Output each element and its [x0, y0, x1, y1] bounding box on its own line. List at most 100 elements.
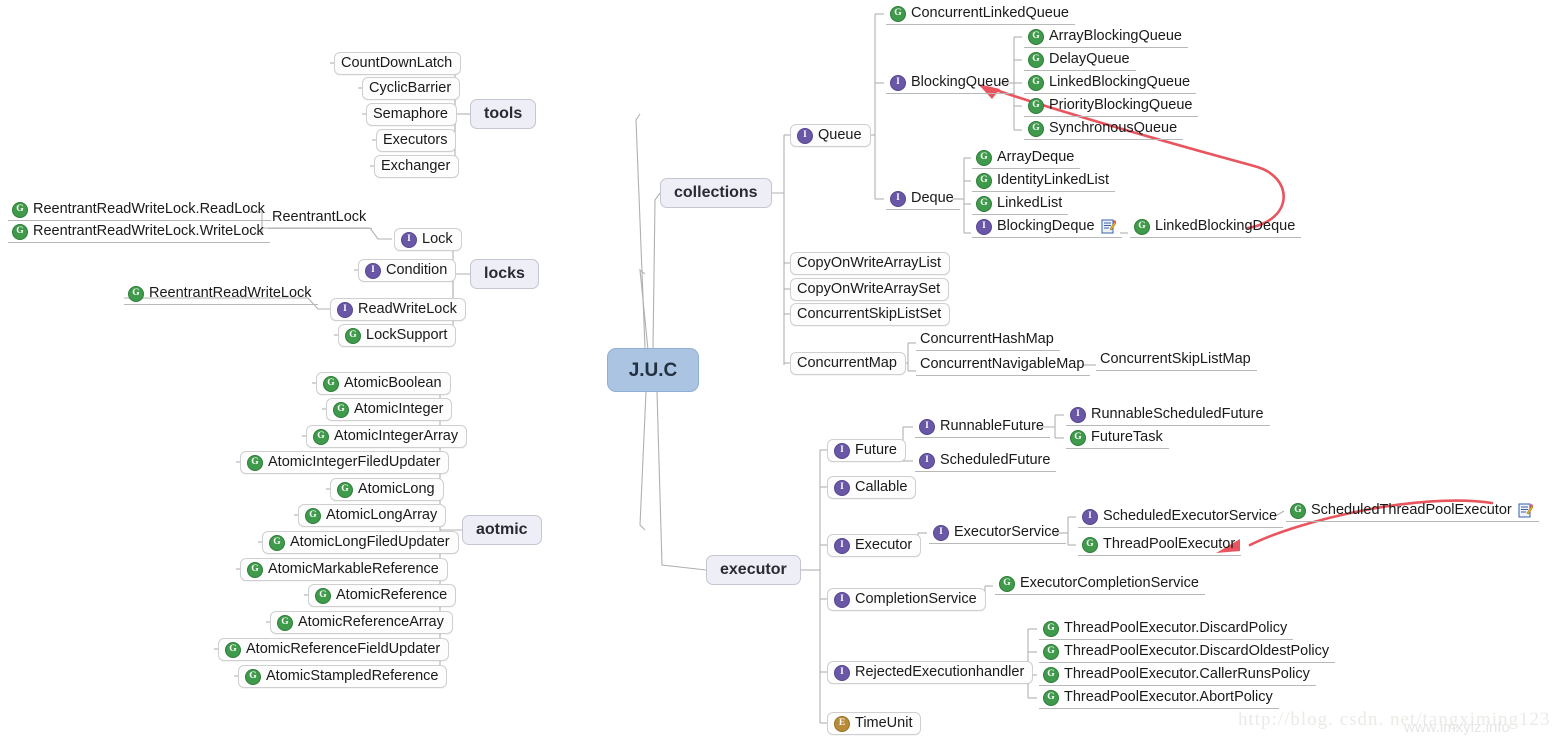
node-readwritelock[interactable]: I ReadWriteLock — [330, 298, 466, 321]
node-synchronousqueue[interactable]: G SynchronousQueue — [1024, 118, 1184, 140]
node-concurrentnavigablemap[interactable]: ConcurrentNavigableMap — [916, 354, 1091, 376]
node-label: CyclicBarrier — [369, 80, 452, 97]
class-icon: G — [333, 401, 349, 418]
class-icon: G — [1028, 51, 1044, 68]
node-label: Lock — [422, 231, 453, 248]
node-scheduledexecutorservice[interactable]: I ScheduledExecutorService — [1078, 506, 1284, 528]
node-queue[interactable]: I Queue — [790, 124, 871, 147]
node-discardpolicy[interactable]: G ThreadPoolExecutor.DiscardPolicy — [1039, 618, 1294, 640]
node-blockingqueue[interactable]: I BlockingQueue — [886, 72, 1016, 94]
node-atomicreference[interactable]: G AtomicReference — [308, 584, 457, 607]
node-runnablefuture[interactable]: I RunnableFuture — [915, 416, 1050, 438]
interface-icon: I — [919, 418, 935, 435]
node-linkedblockingqueue[interactable]: G LinkedBlockingQueue — [1024, 72, 1197, 94]
node-concurrenthashmap[interactable]: ConcurrentHashMap — [916, 329, 1060, 351]
node-blockingdeque[interactable]: I BlockingDeque — [972, 216, 1122, 238]
node-reentrantlock[interactable]: ReentrantLock — [268, 207, 373, 229]
node-label: LinkedBlockingDeque — [1155, 218, 1296, 235]
node-label: ConcurrentMap — [797, 355, 897, 372]
node-concurrentlinkedqueue[interactable]: G ConcurrentLinkedQueue — [886, 3, 1075, 25]
node-delayqueue[interactable]: G DelayQueue — [1024, 49, 1136, 71]
class-icon: G — [225, 641, 241, 658]
class-icon: G — [247, 454, 263, 471]
node-linkedlist[interactable]: G LinkedList — [972, 193, 1069, 215]
node-linkedblockingdeque[interactable]: G LinkedBlockingDeque — [1130, 216, 1302, 238]
node-future[interactable]: I Future — [827, 439, 906, 462]
node-semaphore[interactable]: Semaphore — [366, 103, 457, 126]
node-threadpoolexecutor[interactable]: G ThreadPoolExecutor — [1078, 534, 1242, 556]
branch-locks[interactable]: locks — [470, 259, 539, 289]
node-atomicintegerfiledupdater[interactable]: G AtomicIntegerFiledUpdater — [240, 451, 450, 474]
node-label: Deque — [911, 190, 954, 207]
interface-icon: I — [1070, 406, 1086, 423]
node-copyonwritearraylist[interactable]: CopyOnWriteArrayList — [790, 252, 950, 275]
node-countdownlatch[interactable]: CountDownLatch — [334, 52, 462, 75]
note-icon[interactable] — [1101, 219, 1116, 234]
node-concurrentmap[interactable]: ConcurrentMap — [790, 352, 906, 375]
node-priorityblockingqueue[interactable]: G PriorityBlockingQueue — [1024, 95, 1199, 117]
node-concurrentskiplistset[interactable]: ConcurrentSkipListSet — [790, 303, 951, 326]
node-executor-item[interactable]: I Executor — [827, 534, 922, 557]
node-callable[interactable]: I Callable — [827, 476, 917, 499]
node-exchanger[interactable]: Exchanger — [374, 155, 460, 178]
node-arrayblockingqueue[interactable]: G ArrayBlockingQueue — [1024, 26, 1188, 48]
node-executors[interactable]: Executors — [376, 129, 457, 152]
branch-collections[interactable]: collections — [660, 178, 772, 208]
branch-aotmic[interactable]: aotmic — [462, 515, 542, 545]
node-executorservice[interactable]: I ExecutorService — [929, 522, 1066, 544]
node-atomicreferencefieldupdater[interactable]: G AtomicReferenceFieldUpdater — [218, 638, 450, 661]
node-deque[interactable]: I Deque — [886, 188, 960, 210]
node-atomicintegerarray[interactable]: G AtomicIntegerArray — [306, 425, 468, 448]
node-rrwl-readlock[interactable]: G ReentrantReadWriteLock.ReadLock — [8, 199, 271, 221]
node-label: ScheduledExecutorService — [1103, 508, 1278, 525]
class-icon: G — [12, 223, 28, 240]
node-scheduledfuture[interactable]: I ScheduledFuture — [915, 450, 1057, 472]
branch-executor[interactable]: executor — [706, 555, 801, 585]
node-locksupport[interactable]: G LockSupport — [338, 324, 457, 347]
node-atomicreferencearray[interactable]: G AtomicReferenceArray — [270, 611, 453, 634]
node-label: Condition — [386, 262, 448, 279]
node-timeunit[interactable]: E TimeUnit — [827, 712, 922, 735]
node-atomicstampledreference[interactable]: G AtomicStampledReference — [238, 665, 448, 688]
note-icon[interactable] — [1518, 503, 1534, 518]
node-reentrantreadwritelock[interactable]: G ReentrantReadWriteLock — [124, 283, 318, 305]
node-rrwl-writelock[interactable]: G ReentrantReadWriteLock.WriteLock — [8, 221, 270, 243]
node-futuretask[interactable]: G FutureTask — [1066, 427, 1169, 449]
node-executorcompletionservice[interactable]: G ExecutorCompletionService — [995, 573, 1205, 595]
node-concurrentskiplistmap[interactable]: ConcurrentSkipListMap — [1096, 349, 1257, 371]
node-lock[interactable]: I Lock — [394, 228, 462, 251]
node-label: RunnableFuture — [940, 418, 1044, 435]
node-label: AtomicReferenceFieldUpdater — [246, 641, 441, 658]
node-atomicinteger[interactable]: G AtomicInteger — [326, 398, 453, 421]
node-atomiclongfiledupdater[interactable]: G AtomicLongFiledUpdater — [262, 531, 459, 554]
node-atomiclongarray[interactable]: G AtomicLongArray — [298, 504, 447, 527]
node-label: Semaphore — [373, 106, 448, 123]
node-completionservice[interactable]: I CompletionService — [827, 588, 986, 611]
root-label: J.U.C — [628, 359, 678, 381]
class-icon: G — [1043, 620, 1059, 637]
node-label: PriorityBlockingQueue — [1049, 97, 1193, 114]
node-rejectedexecutionhandler[interactable]: I RejectedExecutionhandler — [827, 661, 1034, 684]
branch-tools[interactable]: tools — [470, 99, 537, 129]
node-atomicmarkablereference[interactable]: G AtomicMarkableReference — [240, 558, 448, 581]
node-discardoldestpolicy[interactable]: G ThreadPoolExecutor.DiscardOldestPolicy — [1039, 641, 1336, 663]
node-label: AtomicLongFiledUpdater — [290, 534, 450, 551]
class-icon: G — [976, 172, 992, 189]
node-arraydeque[interactable]: G ArrayDeque — [972, 147, 1081, 169]
node-copyonwritearrayset[interactable]: CopyOnWriteArraySet — [790, 278, 950, 301]
node-atomicboolean[interactable]: G AtomicBoolean — [316, 372, 451, 395]
node-label: Callable — [855, 479, 908, 496]
node-scheduledthreadpoolexecutor[interactable]: G ScheduledThreadPoolExecutor — [1286, 500, 1539, 522]
node-label: AtomicInteger — [354, 401, 444, 418]
node-callerrunspolicy[interactable]: G ThreadPoolExecutor.CallerRunsPolicy — [1039, 664, 1316, 686]
node-identitylinkedlist[interactable]: G IdentityLinkedList — [972, 170, 1116, 192]
node-abortpolicy[interactable]: G ThreadPoolExecutor.AbortPolicy — [1039, 687, 1279, 709]
node-runnablescheduledfuture[interactable]: I RunnableScheduledFuture — [1066, 404, 1270, 426]
node-atomiclong[interactable]: G AtomicLong — [330, 478, 444, 501]
node-cyclicbarrier[interactable]: CyclicBarrier — [362, 77, 461, 100]
node-label: AtomicMarkableReference — [268, 561, 439, 578]
class-icon: G — [337, 481, 353, 498]
node-label: FutureTask — [1091, 429, 1163, 446]
node-condition[interactable]: I Condition — [358, 259, 457, 282]
root-node-juc[interactable]: J.U.C — [607, 348, 699, 392]
